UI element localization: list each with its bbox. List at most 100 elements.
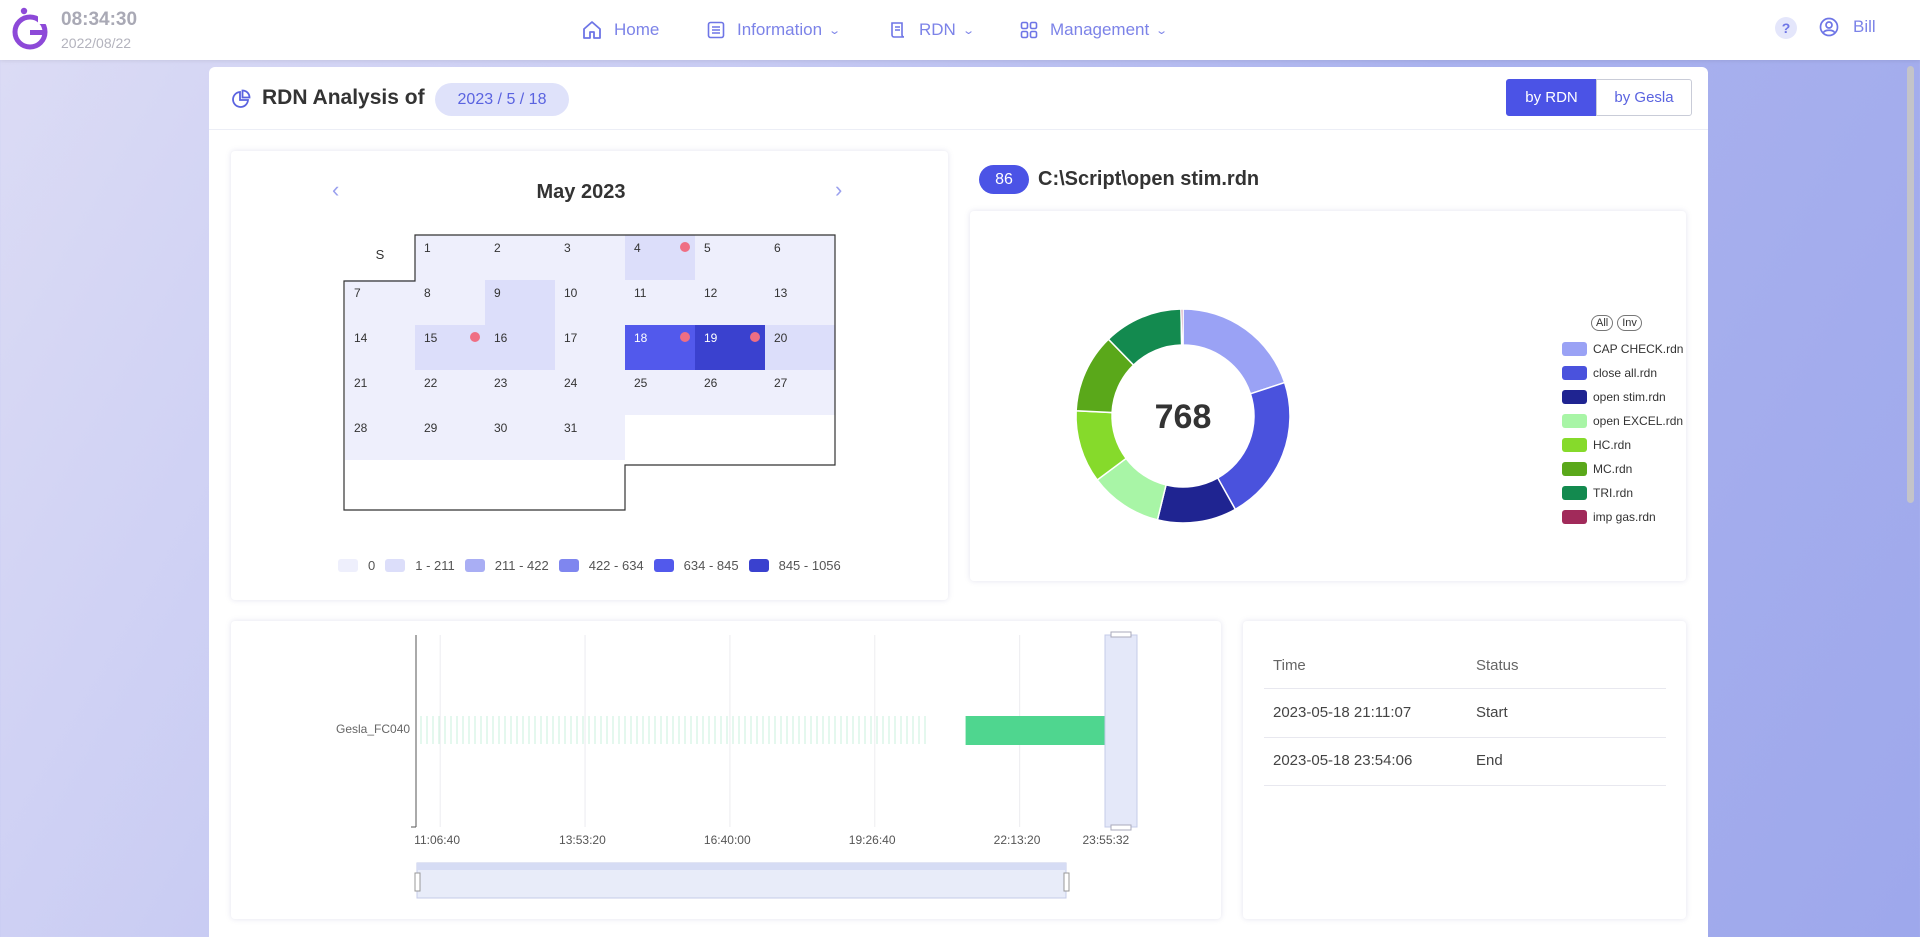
slider-handle-right bbox=[1063, 872, 1070, 892]
legend-item[interactable]: open EXCEL.rdn bbox=[1562, 409, 1683, 433]
legend-swatch bbox=[1562, 438, 1587, 452]
status-table-header: Time Status bbox=[1264, 657, 1666, 689]
clock-time: 08:34:30 bbox=[61, 9, 138, 30]
legend-all-button[interactable]: All bbox=[1591, 315, 1614, 331]
row-time: 2023-05-18 23:54:06 bbox=[1273, 752, 1413, 769]
legend-item[interactable]: 211 - 422 bbox=[464, 558, 549, 573]
chevron-down-icon: ⌄ bbox=[828, 24, 842, 37]
nav-rdn[interactable]: RDN ⌄ bbox=[889, 0, 975, 60]
legend-label: 422 - 634 bbox=[588, 558, 644, 573]
legend-label: 0 bbox=[368, 558, 376, 573]
vertical-zoom-slider[interactable] bbox=[1104, 634, 1138, 828]
chevron-down-icon: ⌄ bbox=[962, 24, 975, 37]
table-row[interactable]: 2023-05-18 21:11:07 Start bbox=[1264, 690, 1666, 738]
legend-item[interactable]: CAP CHECK.rdn bbox=[1562, 337, 1683, 361]
legend-swatch bbox=[558, 559, 579, 572]
page-title: RDN Analysis of bbox=[262, 86, 425, 109]
legend-label: HC.rdn bbox=[1593, 438, 1632, 452]
row-status: Start bbox=[1476, 704, 1508, 721]
legend-swatch bbox=[748, 559, 769, 572]
legend-item[interactable]: 634 - 845 bbox=[653, 558, 739, 573]
row-status: End bbox=[1476, 752, 1503, 769]
legend-item[interactable]: open stim.rdn bbox=[1562, 385, 1683, 409]
nav-home-label: Home bbox=[614, 20, 660, 39]
donut-chart-card: 768 All Inv CAP CHECK.rdn close all.rdn op… bbox=[970, 211, 1686, 581]
timeline-bar[interactable] bbox=[965, 716, 1108, 745]
app-logo[interactable] bbox=[10, 6, 50, 52]
legend-swatch bbox=[464, 559, 485, 572]
top-navigation-bar: 08:34:30 2022/08/22 Home Information ⌄ R… bbox=[0, 0, 1920, 60]
by-gesla-button[interactable]: by Gesla bbox=[1596, 79, 1692, 116]
legend-label: open EXCEL.rdn bbox=[1593, 414, 1684, 428]
legend-item[interactable]: HC.rdn bbox=[1562, 433, 1683, 457]
status-table-card: Time Status 2023-05-18 21:11:07 Start 20… bbox=[1243, 621, 1686, 919]
x-tick-label: 19:26:40 bbox=[848, 833, 896, 847]
legend-item[interactable]: TRI.rdn bbox=[1562, 481, 1683, 505]
nav-information[interactable]: Information ⌄ bbox=[707, 0, 842, 60]
grid-icon bbox=[1020, 21, 1038, 39]
legend-item[interactable]: close all.rdn bbox=[1562, 361, 1683, 385]
legend-label: imp gas.rdn bbox=[1593, 510, 1656, 524]
legend-swatch bbox=[385, 559, 406, 572]
by-rdn-button[interactable]: by RDN bbox=[1506, 79, 1597, 116]
user-menu[interactable]: Bill bbox=[1819, 17, 1876, 37]
column-status: Status bbox=[1476, 657, 1519, 674]
x-tick-label: 16:40:00 bbox=[703, 833, 751, 847]
row-time: 2023-05-18 21:11:07 bbox=[1273, 704, 1412, 721]
calendar-outline bbox=[343, 234, 836, 511]
legend-label: MC.rdn bbox=[1593, 462, 1633, 476]
help-button[interactable]: ? bbox=[1775, 17, 1797, 39]
date-selector[interactable]: 2023 / 5 / 18 bbox=[435, 83, 569, 116]
x-tick-label: 23:55:32 bbox=[1082, 833, 1130, 847]
legend-swatch bbox=[338, 559, 358, 572]
donut-slice[interactable] bbox=[1182, 308, 1286, 395]
legend-swatch bbox=[1562, 414, 1587, 428]
nav-management[interactable]: Management ⌄ bbox=[1020, 0, 1169, 60]
x-tick-label: 22:13:20 bbox=[993, 833, 1041, 847]
file-count-badge: 86 bbox=[979, 165, 1029, 194]
nav-management-label: Management bbox=[1050, 20, 1150, 39]
scrollbar-thumb[interactable] bbox=[1907, 66, 1914, 503]
legend-inverse-button[interactable]: Inv bbox=[1617, 315, 1642, 331]
panel-header: RDN Analysis of 2023 / 5 / 18 by RDN by … bbox=[209, 67, 1708, 130]
slider-handle-left bbox=[414, 872, 421, 892]
donut-chart: 768 bbox=[1075, 308, 1291, 524]
nav-information-label: Information bbox=[737, 20, 823, 39]
donut-center-total: 768 bbox=[1155, 398, 1212, 436]
pie-chart-icon bbox=[232, 89, 251, 108]
donut-slice[interactable] bbox=[1216, 381, 1291, 511]
legend-swatch bbox=[1562, 510, 1587, 524]
donut-slice[interactable] bbox=[1180, 308, 1184, 346]
legend-item[interactable]: 422 - 634 bbox=[558, 558, 644, 573]
calendar-legend: 0 1 - 211 211 - 422 422 - 634 634 - 845 845 -… bbox=[338, 558, 851, 573]
user-name: Bill bbox=[1853, 17, 1876, 36]
legend-item[interactable]: 845 - 1056 bbox=[748, 558, 841, 573]
column-time: Time bbox=[1273, 657, 1306, 674]
file-name: C:\Script\open stim.rdn bbox=[1038, 168, 1260, 190]
legend-label: 634 - 845 bbox=[683, 558, 739, 573]
legend-swatch bbox=[1562, 390, 1587, 404]
legend-item[interactable]: 1 - 211 bbox=[385, 558, 455, 573]
nav-home[interactable]: Home bbox=[582, 0, 659, 60]
legend-item[interactable]: imp gas.rdn bbox=[1562, 505, 1683, 529]
legend-item[interactable]: 0 bbox=[338, 558, 375, 573]
calendar-card: ‹ May 2023 › SMTWTFS 1234567891011121314… bbox=[231, 151, 948, 600]
slider-handle-bottom bbox=[1110, 824, 1132, 831]
legend-label: 1 - 211 bbox=[415, 558, 455, 573]
x-tick-label: 11:06:40 bbox=[414, 833, 460, 847]
clock-date: 2022/08/22 bbox=[61, 35, 132, 51]
list-icon bbox=[707, 21, 725, 39]
legend-item[interactable]: MC.rdn bbox=[1562, 457, 1683, 481]
legend-label: open stim.rdn bbox=[1593, 390, 1666, 404]
nav-rdn-label: RDN bbox=[919, 20, 956, 39]
table-row[interactable]: 2023-05-18 23:54:06 End bbox=[1264, 738, 1666, 786]
donut-legend: All Inv CAP CHECK.rdn close all.rdn open s… bbox=[1562, 315, 1683, 529]
legend-label: CAP CHECK.rdn bbox=[1593, 342, 1684, 356]
script-icon bbox=[891, 22, 905, 38]
timeline-chart bbox=[411, 631, 1138, 899]
legend-swatch bbox=[1562, 342, 1587, 356]
chevron-down-icon: ⌄ bbox=[1155, 24, 1169, 37]
legend-label: close all.rdn bbox=[1593, 366, 1658, 380]
timeline-card: Gesla_FC040 11:06:40 13:53:20 16:40:00 19:2… bbox=[231, 621, 1221, 919]
legend-swatch bbox=[1562, 366, 1587, 380]
